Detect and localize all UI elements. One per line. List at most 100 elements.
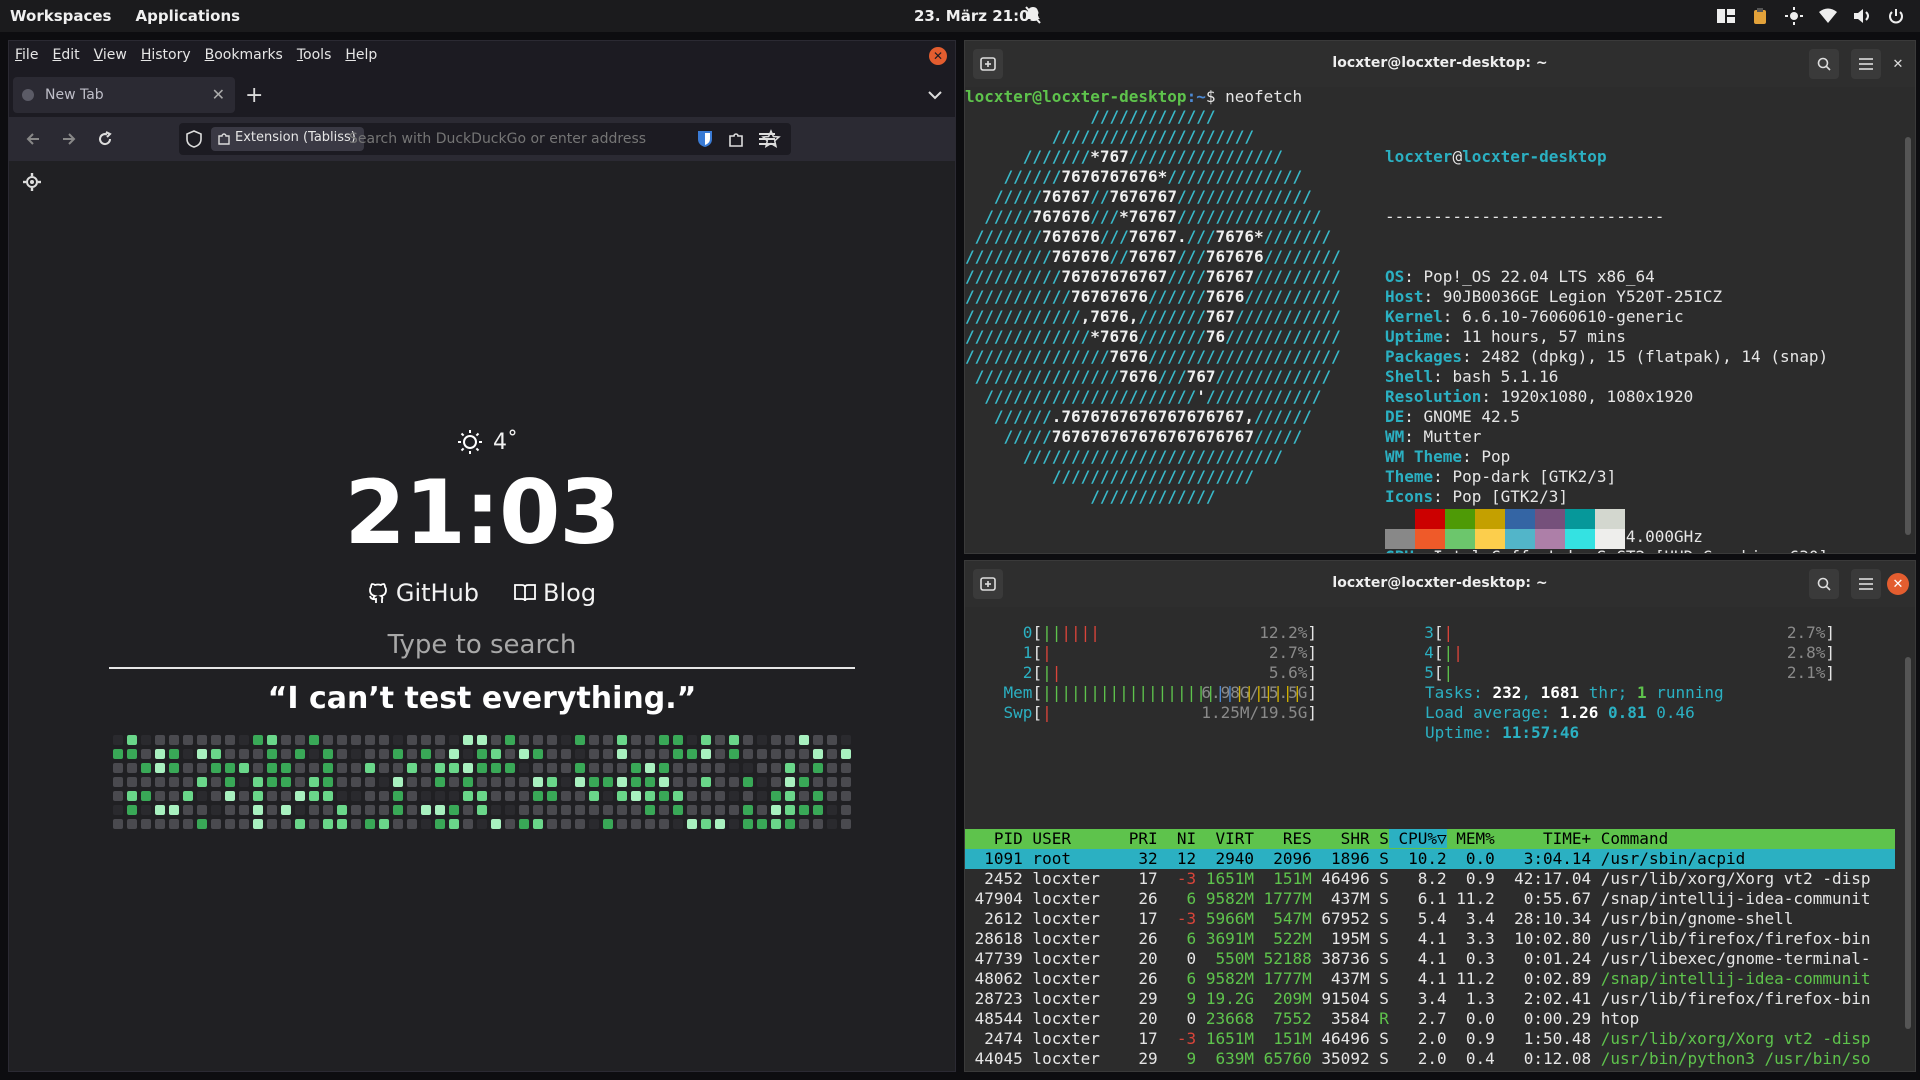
cpu-percent: 2.1% [1786, 663, 1826, 682]
tab-new-tab[interactable]: New Tab ✕ [13, 77, 235, 113]
activity-cell [393, 777, 403, 787]
blog-link[interactable]: Blog [513, 579, 596, 607]
hamburger-menu-icon[interactable] [755, 127, 779, 151]
menu-view[interactable]: View [94, 47, 127, 67]
activity-cell [701, 735, 711, 745]
menu-history[interactable]: History [141, 47, 191, 67]
column-header[interactable]: SHR [1312, 829, 1370, 848]
table-row[interactable]: 48544 locxter 20 0 23668 7552 3584 R 2.7… [965, 1009, 1895, 1029]
volume-icon[interactable] [1852, 6, 1872, 26]
menu-tools[interactable]: Tools [297, 47, 332, 67]
search-input[interactable] [109, 625, 855, 665]
table-cell: locxter [1022, 1009, 1100, 1028]
mem-value: 6.98G/15.5G [1201, 683, 1308, 702]
activity-cell [645, 791, 655, 801]
column-header[interactable]: USER [1023, 829, 1100, 848]
palette-swatch [1475, 509, 1505, 529]
table-cell: 0:12.08 [1494, 1049, 1592, 1068]
activity-cell [799, 749, 809, 759]
table-row[interactable]: 48062 locxter 26 6 9582M 1777M 437M S 4.… [965, 969, 1895, 989]
brightness-icon[interactable] [1784, 6, 1804, 26]
column-header[interactable]: PID [965, 829, 1023, 848]
table-row[interactable]: 28618 locxter 26 6 3691M 522M 195M S 4.1… [965, 929, 1895, 949]
activity-cell [379, 791, 389, 801]
table-row[interactable]: 47739 locxter 20 0 550M 52188 38736 S 4.… [965, 949, 1895, 969]
table-cell: S [1369, 1029, 1389, 1048]
column-header[interactable]: PRI [1100, 829, 1158, 848]
table-row[interactable]: 1095 root 32 12 86340 6112 5552 S 0.7 0.… [965, 1069, 1895, 1071]
column-header[interactable]: TIME+ [1495, 829, 1591, 848]
power-icon[interactable] [1886, 6, 1906, 26]
column-header[interactable]: S [1370, 829, 1389, 848]
column-header[interactable]: RES [1254, 829, 1312, 848]
menu-edit[interactable]: Edit [52, 47, 79, 67]
terminal-title: locxter@locxter-desktop: ~ [1332, 55, 1548, 71]
github-link[interactable]: GitHub [368, 579, 479, 607]
menu-bookmarks[interactable]: Bookmarks [205, 47, 283, 67]
notifications-muted-icon[interactable] [1024, 5, 1042, 25]
column-header[interactable]: Command [1591, 829, 1870, 848]
gear-icon[interactable] [23, 173, 41, 191]
activity-cell [575, 777, 585, 787]
column-header[interactable]: CPU%▽ [1388, 829, 1447, 848]
table-cell: 2612 [965, 909, 1023, 928]
table-row[interactable]: 47904 locxter 26 6 9582M 1777M 437M S 6.… [965, 889, 1895, 909]
back-icon[interactable] [21, 127, 45, 151]
cpu-percent: 12.2% [1259, 623, 1308, 642]
htop-terminal-window: locxter@locxter-desktop: ~ ✕ 0[|||||| 12.… [964, 560, 1916, 1072]
table-row[interactable]: 44045 locxter 29 9 639M 65760 35092 S 2.… [965, 1049, 1895, 1069]
search-field[interactable] [109, 625, 855, 669]
activity-cell [617, 735, 627, 745]
workspaces-button[interactable]: Workspaces [10, 7, 111, 25]
clipboard-icon[interactable] [1750, 6, 1770, 26]
search-icon[interactable] [1809, 569, 1839, 599]
window-close-button[interactable]: ✕ [929, 47, 947, 65]
applications-button[interactable]: Applications [135, 7, 240, 25]
table-cell: 1095 [965, 1069, 1023, 1071]
wifi-icon[interactable] [1818, 6, 1838, 26]
activity-cell [267, 777, 277, 787]
extension-identity-badge[interactable]: Extension (Tabliss) [211, 127, 364, 151]
reload-icon[interactable] [93, 127, 117, 151]
table-row[interactable]: 2474 locxter 17 -3 1651M 151M 46496 S 2.… [965, 1029, 1895, 1049]
activity-cell [505, 819, 515, 829]
shield-icon[interactable] [185, 130, 203, 148]
column-header[interactable]: MEM% [1447, 829, 1495, 848]
table-cell: 6112 [1254, 1069, 1312, 1071]
search-icon[interactable] [1809, 49, 1839, 79]
close-icon[interactable]: ✕ [1887, 573, 1909, 595]
chevron-down-icon[interactable] [927, 87, 943, 103]
date-time[interactable]: 23. März 21:03 [914, 7, 1040, 25]
table-cell: 437M [1311, 969, 1370, 988]
extensions-icon[interactable] [725, 127, 749, 151]
info-line: OS: Pop!_OS 22.04 LTS x86_64 [1385, 267, 1655, 286]
menu-file[interactable]: File [15, 47, 38, 67]
hamburger-menu-icon[interactable] [1851, 49, 1881, 79]
table-cell: /snap/intellij-idea-communit [1591, 969, 1871, 988]
activity-cell [197, 805, 207, 815]
new-tab-button[interactable]: + [245, 83, 263, 108]
close-icon[interactable]: ✕ [1887, 53, 1909, 75]
column-header[interactable]: VIRT [1196, 829, 1254, 848]
table-row[interactable]: 28723 locxter 29 9 19.2G 209M 91504 S 3.… [965, 989, 1895, 1009]
activity-cell [407, 791, 417, 801]
tab-close-icon[interactable]: ✕ [212, 85, 225, 104]
scrollbar[interactable] [1905, 137, 1911, 535]
activity-cell [687, 763, 697, 773]
table-row[interactable]: 2612 locxter 17 -3 5966M 547M 67952 S 5.… [965, 909, 1895, 929]
activity-cell [281, 805, 291, 815]
scrollbar[interactable] [1905, 657, 1911, 1029]
column-header[interactable]: NI [1158, 829, 1196, 848]
address-input[interactable] [349, 129, 739, 149]
tiling-icon[interactable] [1716, 6, 1736, 26]
forward-icon[interactable] [57, 127, 81, 151]
hamburger-menu-icon[interactable] [1851, 569, 1881, 599]
activity-cell [127, 735, 137, 745]
table-row[interactable]: 2452 locxter 17 -3 1651M 151M 46496 S 8.… [965, 869, 1895, 889]
activity-cell [631, 735, 641, 745]
table-row[interactable]: 1091 root 32 12 2940 2096 1896 S 10.2 0.… [965, 849, 1895, 869]
menu-help[interactable]: Help [345, 47, 377, 67]
activity-cell [155, 819, 165, 829]
process-table-header[interactable]: PID USER PRI NI VIRT RES SHR S CPU%▽ MEM… [965, 829, 1895, 849]
bitwarden-icon[interactable] [693, 127, 717, 151]
